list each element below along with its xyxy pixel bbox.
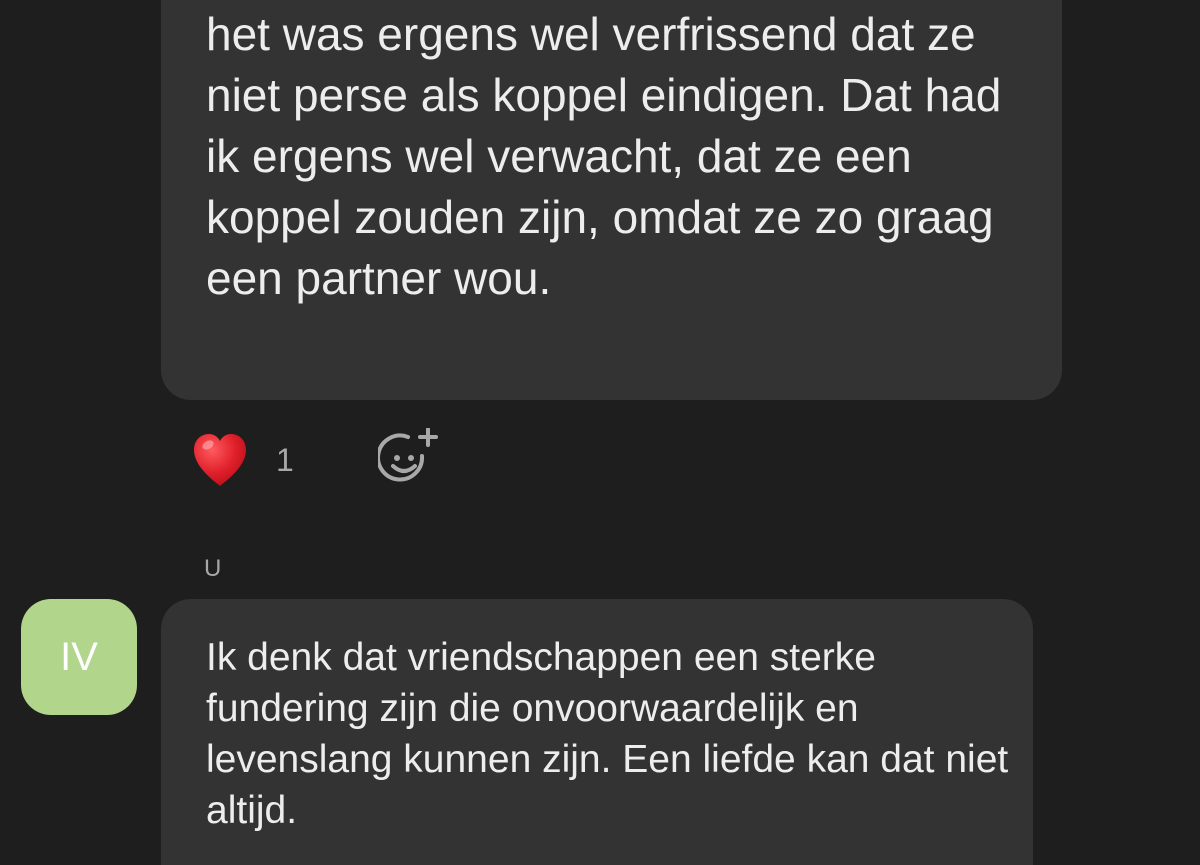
chat-screen: het was ergens wel verfrissend dat ze ni… [0,0,1200,865]
message-bubble[interactable]: Ik denk dat vriendschappen een sterke fu… [161,599,1033,865]
reaction-count: 1 [276,442,294,478]
message-text: het was ergens wel verfrissend dat ze ni… [206,8,1002,304]
heart-icon [194,434,246,486]
add-reaction-button[interactable] [376,427,442,488]
avatar[interactable]: IV [21,599,137,715]
heart-reaction-button[interactable] [190,430,250,490]
message-bubble[interactable]: het was ergens wel verfrissend dat ze ni… [161,0,1062,400]
message-text: Ik denk dat vriendschappen een sterke fu… [206,636,1009,832]
avatar-initials: IV [60,634,98,679]
sender-name: U [204,555,222,582]
add-emoji-icon [376,427,438,482]
reactions-row: 1 [190,427,490,490]
